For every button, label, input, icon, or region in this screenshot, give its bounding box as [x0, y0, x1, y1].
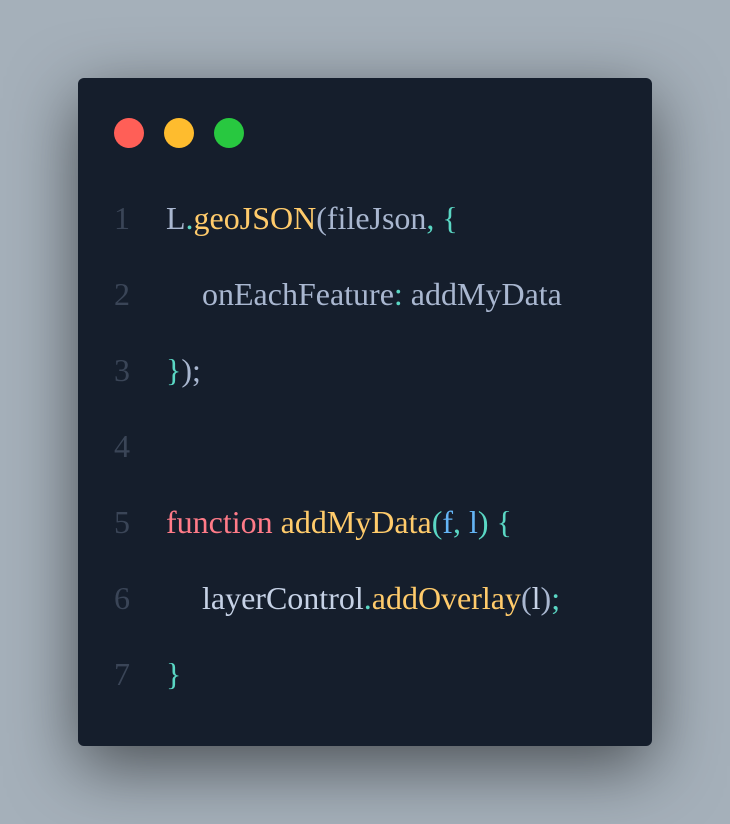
window-controls [114, 118, 244, 148]
line-code: } [166, 636, 181, 712]
code-token: . [185, 200, 194, 236]
code-token: fileJson [326, 200, 427, 236]
line-code: function addMyData(f, l) { [166, 484, 512, 560]
code-token: ); [181, 352, 201, 388]
code-token: ( [431, 504, 443, 540]
code-token: { [496, 504, 512, 540]
line-number: 5 [114, 504, 130, 540]
code-line: 4 [78, 408, 652, 484]
code-token: layerControl [202, 580, 364, 616]
code-token: , [426, 200, 443, 236]
line-code: L.geoJSON(fileJson, { [166, 180, 458, 256]
code-line: 1 L.geoJSON(fileJson, { [78, 180, 652, 256]
line-number: 6 [114, 580, 130, 616]
line-number: 3 [114, 352, 130, 388]
code-token: onEachFeature [202, 276, 394, 312]
minimize-button[interactable] [164, 118, 194, 148]
code-token: f [442, 504, 454, 540]
line-code: layerControl.addOverlay(l); [166, 560, 560, 636]
code-line: 2 onEachFeature: addMyData [78, 256, 652, 332]
code-token: { [442, 200, 458, 236]
code-token: addMyData [280, 504, 432, 540]
code-token: function [166, 504, 273, 540]
code-line: 6 layerControl.addOverlay(l); [78, 560, 652, 636]
code-token: ; [551, 580, 561, 616]
code-token: } [166, 656, 182, 692]
code-token: l [531, 580, 541, 616]
line-number: 1 [114, 200, 130, 236]
maximize-button[interactable] [214, 118, 244, 148]
code-token: addMyData [410, 276, 562, 312]
code-editor: 1 L.geoJSON(fileJson, {2 onEachFeature: ad… [78, 180, 652, 712]
line-number: 7 [114, 656, 130, 692]
code-line: 7} [78, 636, 652, 712]
code-line: 5 function addMyData(f, l) { [78, 484, 652, 560]
line-code: onEachFeature: addMyData [166, 256, 562, 332]
code-token: ) [477, 504, 489, 540]
code-token: l [469, 504, 478, 540]
code-token: ( [521, 580, 532, 616]
code-token: . [363, 580, 372, 616]
line-number: 4 [114, 428, 130, 464]
code-token: addOverlay [371, 580, 521, 616]
code-token: ( [316, 200, 327, 236]
close-button[interactable] [114, 118, 144, 148]
code-token: , [453, 504, 470, 540]
code-token: } [166, 352, 182, 388]
code-window: 1 L.geoJSON(fileJson, {2 onEachFeature: ad… [78, 78, 652, 746]
code-token: geoJSON [193, 200, 317, 236]
line-code: }); [166, 332, 201, 408]
code-token: ) [540, 580, 552, 616]
code-token: L [166, 200, 186, 236]
code-line: 3}); [78, 332, 652, 408]
code-token: : [393, 276, 411, 312]
line-number: 2 [114, 276, 130, 312]
